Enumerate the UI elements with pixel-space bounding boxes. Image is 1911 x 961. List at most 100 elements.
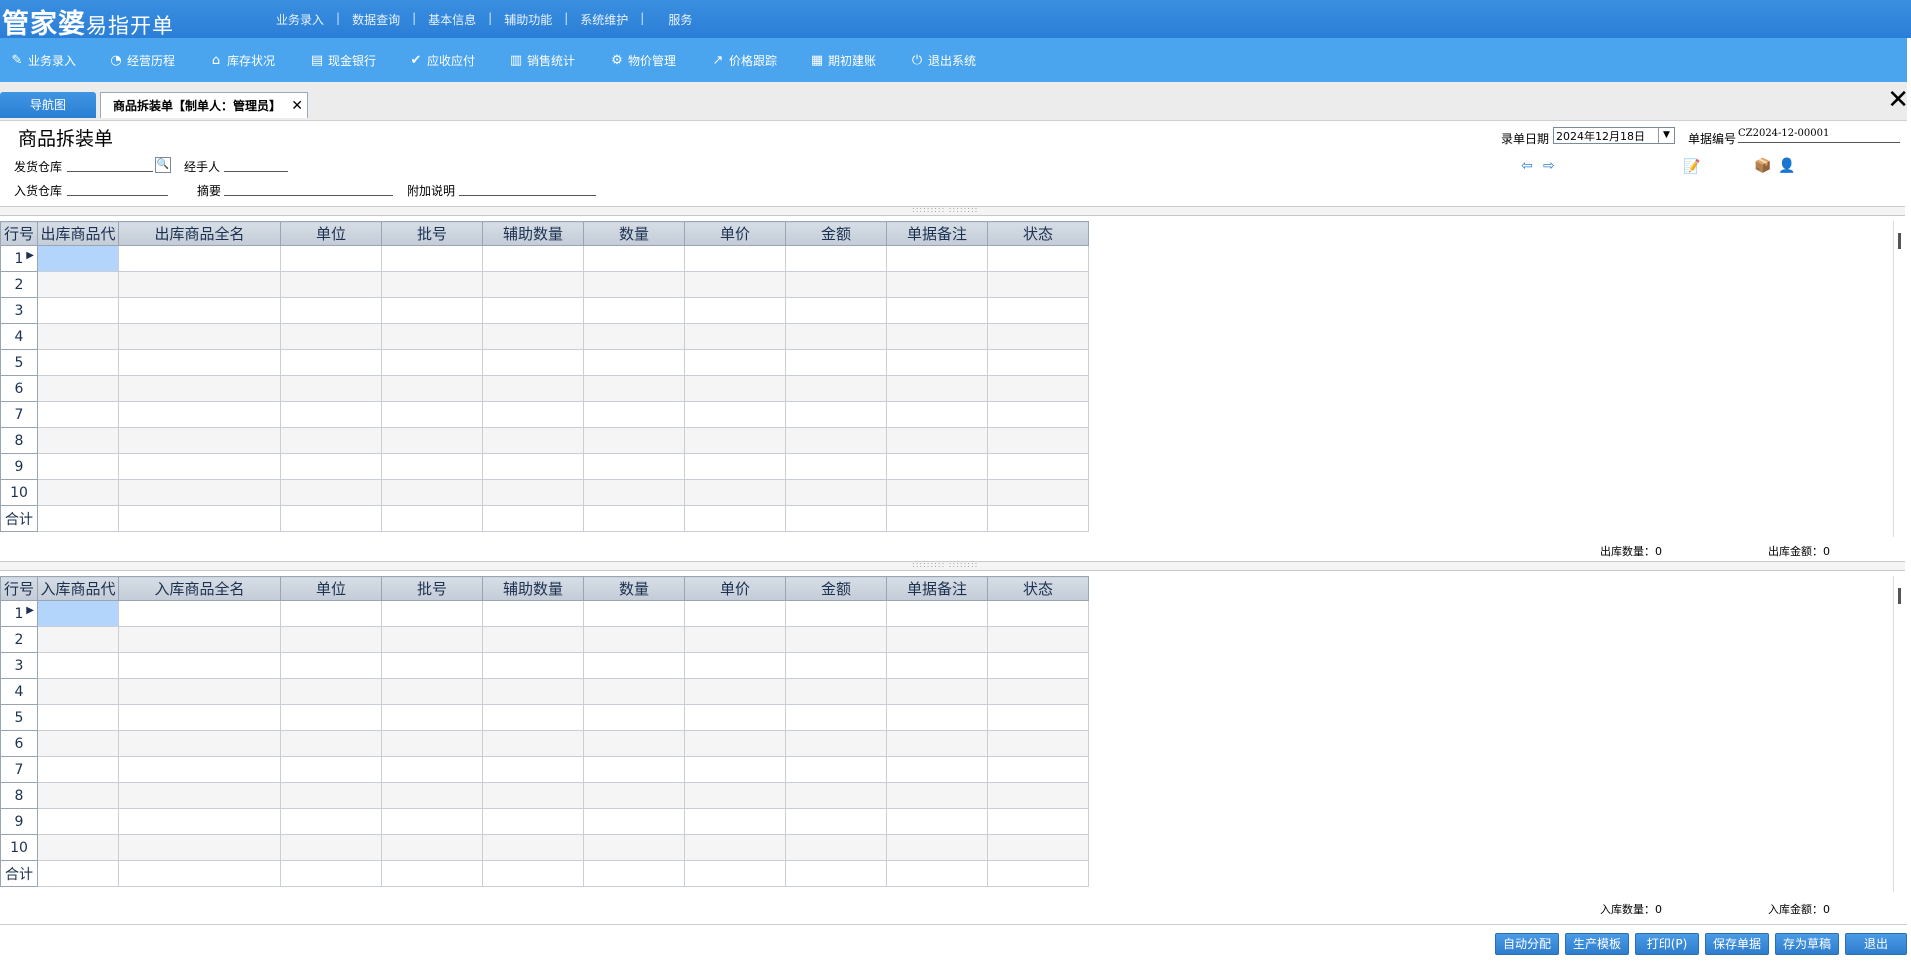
table-cell[interactable] [583, 401, 685, 428]
table-cell[interactable] [482, 427, 584, 454]
table-cell[interactable] [37, 349, 119, 376]
table-cell[interactable] [482, 479, 584, 506]
col-row-no[interactable]: 行号 [0, 221, 38, 246]
table-cell[interactable] [785, 678, 887, 705]
table-cell[interactable] [280, 756, 382, 783]
table-cell[interactable] [118, 245, 281, 272]
table-cell[interactable] [583, 245, 685, 272]
table-cell[interactable] [583, 375, 685, 402]
top-menu-item[interactable]: 系统维护 [568, 11, 640, 28]
table-cell[interactable] [280, 730, 382, 757]
col-qty[interactable]: 数量 [583, 221, 685, 246]
table-cell[interactable] [886, 730, 988, 757]
col-unit[interactable]: 单位 [280, 576, 382, 601]
table-cell[interactable] [684, 730, 786, 757]
top-menu-item[interactable]: 辅助功能 [492, 11, 564, 28]
col-remark[interactable]: 单据备注 [886, 221, 988, 246]
table-cell[interactable] [381, 427, 483, 454]
handler-field[interactable] [224, 157, 288, 172]
table-cell[interactable] [886, 401, 988, 428]
table-cell[interactable] [381, 479, 483, 506]
production-template-button[interactable]: 生产模板 [1565, 933, 1629, 955]
row-number[interactable]: 6 [0, 730, 38, 757]
table-cell[interactable] [118, 626, 281, 653]
table-cell[interactable] [118, 652, 281, 679]
table-cell[interactable] [684, 678, 786, 705]
table-cell[interactable] [987, 782, 1089, 809]
table-cell[interactable] [684, 479, 786, 506]
table-cell[interactable] [280, 453, 382, 480]
nav-sales-stats[interactable]: ▥ 销售统计 [509, 52, 575, 69]
table-cell[interactable] [583, 678, 685, 705]
row-number[interactable]: 5 [0, 349, 38, 376]
table-cell[interactable] [118, 427, 281, 454]
table-cell[interactable] [684, 297, 786, 324]
table-cell[interactable] [785, 834, 887, 861]
table-cell[interactable] [482, 375, 584, 402]
row-number[interactable]: 2 [0, 271, 38, 298]
table-cell[interactable] [684, 427, 786, 454]
table-cell[interactable] [785, 600, 887, 627]
table-cell[interactable] [886, 704, 988, 731]
receive-warehouse-field[interactable] [67, 181, 168, 196]
chevron-down-icon[interactable]: ▼ [1658, 128, 1674, 143]
table-cell[interactable] [684, 323, 786, 350]
table-cell[interactable] [280, 427, 382, 454]
table-cell[interactable] [987, 375, 1089, 402]
table-cell[interactable] [37, 626, 119, 653]
table-cell[interactable] [381, 782, 483, 809]
table-cell[interactable] [482, 271, 584, 298]
table-cell[interactable] [280, 678, 382, 705]
table-cell[interactable] [987, 479, 1089, 506]
table-cell[interactable] [785, 401, 887, 428]
table-cell[interactable] [785, 375, 887, 402]
table-cell[interactable] [987, 297, 1089, 324]
table-cell[interactable] [886, 323, 988, 350]
table-cell[interactable] [886, 756, 988, 783]
row-number[interactable]: 9 [0, 453, 38, 480]
row-number[interactable]: 1 ▶ [0, 245, 38, 272]
table-cell[interactable] [381, 730, 483, 757]
table-cell[interactable] [37, 652, 119, 679]
table-cell[interactable] [381, 600, 483, 627]
table-cell[interactable] [886, 453, 988, 480]
table-cell[interactable] [118, 401, 281, 428]
table-cell[interactable] [987, 626, 1089, 653]
tab-product-assembly[interactable]: 商品拆装单【制单人：管理员】 ✕ [100, 92, 308, 118]
table-cell[interactable] [886, 808, 988, 835]
col-batch[interactable]: 批号 [381, 576, 483, 601]
nav-opening-setup[interactable]: ▦ 期初建账 [810, 52, 876, 69]
table-cell[interactable] [280, 375, 382, 402]
table-cell[interactable] [785, 479, 887, 506]
auto-assign-button[interactable]: 自动分配 [1495, 933, 1559, 955]
table-cell[interactable] [37, 756, 119, 783]
top-menu-item[interactable]: 基本信息 [416, 11, 488, 28]
table-cell[interactable] [118, 678, 281, 705]
table-cell[interactable] [280, 349, 382, 376]
save-button[interactable]: 保存单据 [1705, 933, 1769, 955]
table-cell[interactable] [118, 349, 281, 376]
col-product-name[interactable]: 出库商品全名 [118, 221, 281, 246]
col-price[interactable]: 单价 [684, 576, 786, 601]
table-cell[interactable] [118, 808, 281, 835]
table-cell[interactable] [684, 782, 786, 809]
col-price[interactable]: 单价 [684, 221, 786, 246]
nav-price-management[interactable]: ⚙ 物价管理 [610, 52, 676, 69]
inbound-scrollbar[interactable] [1893, 576, 1906, 892]
table-cell[interactable] [280, 271, 382, 298]
table-cell[interactable] [886, 271, 988, 298]
table-cell[interactable] [785, 730, 887, 757]
table-cell[interactable] [37, 323, 119, 350]
nav-business-entry[interactable]: ✎ 业务录入 [10, 52, 76, 69]
table-cell[interactable] [684, 756, 786, 783]
table-cell[interactable] [684, 375, 786, 402]
table-cell[interactable] [381, 704, 483, 731]
nav-receivable-payable[interactable]: ✔ 应收应付 [409, 52, 475, 69]
row-number[interactable]: 4 [0, 678, 38, 705]
table-cell[interactable] [785, 704, 887, 731]
table-cell[interactable] [37, 704, 119, 731]
table-cell[interactable] [987, 349, 1089, 376]
table-cell[interactable] [987, 678, 1089, 705]
table-cell[interactable] [684, 626, 786, 653]
table-cell[interactable] [381, 297, 483, 324]
